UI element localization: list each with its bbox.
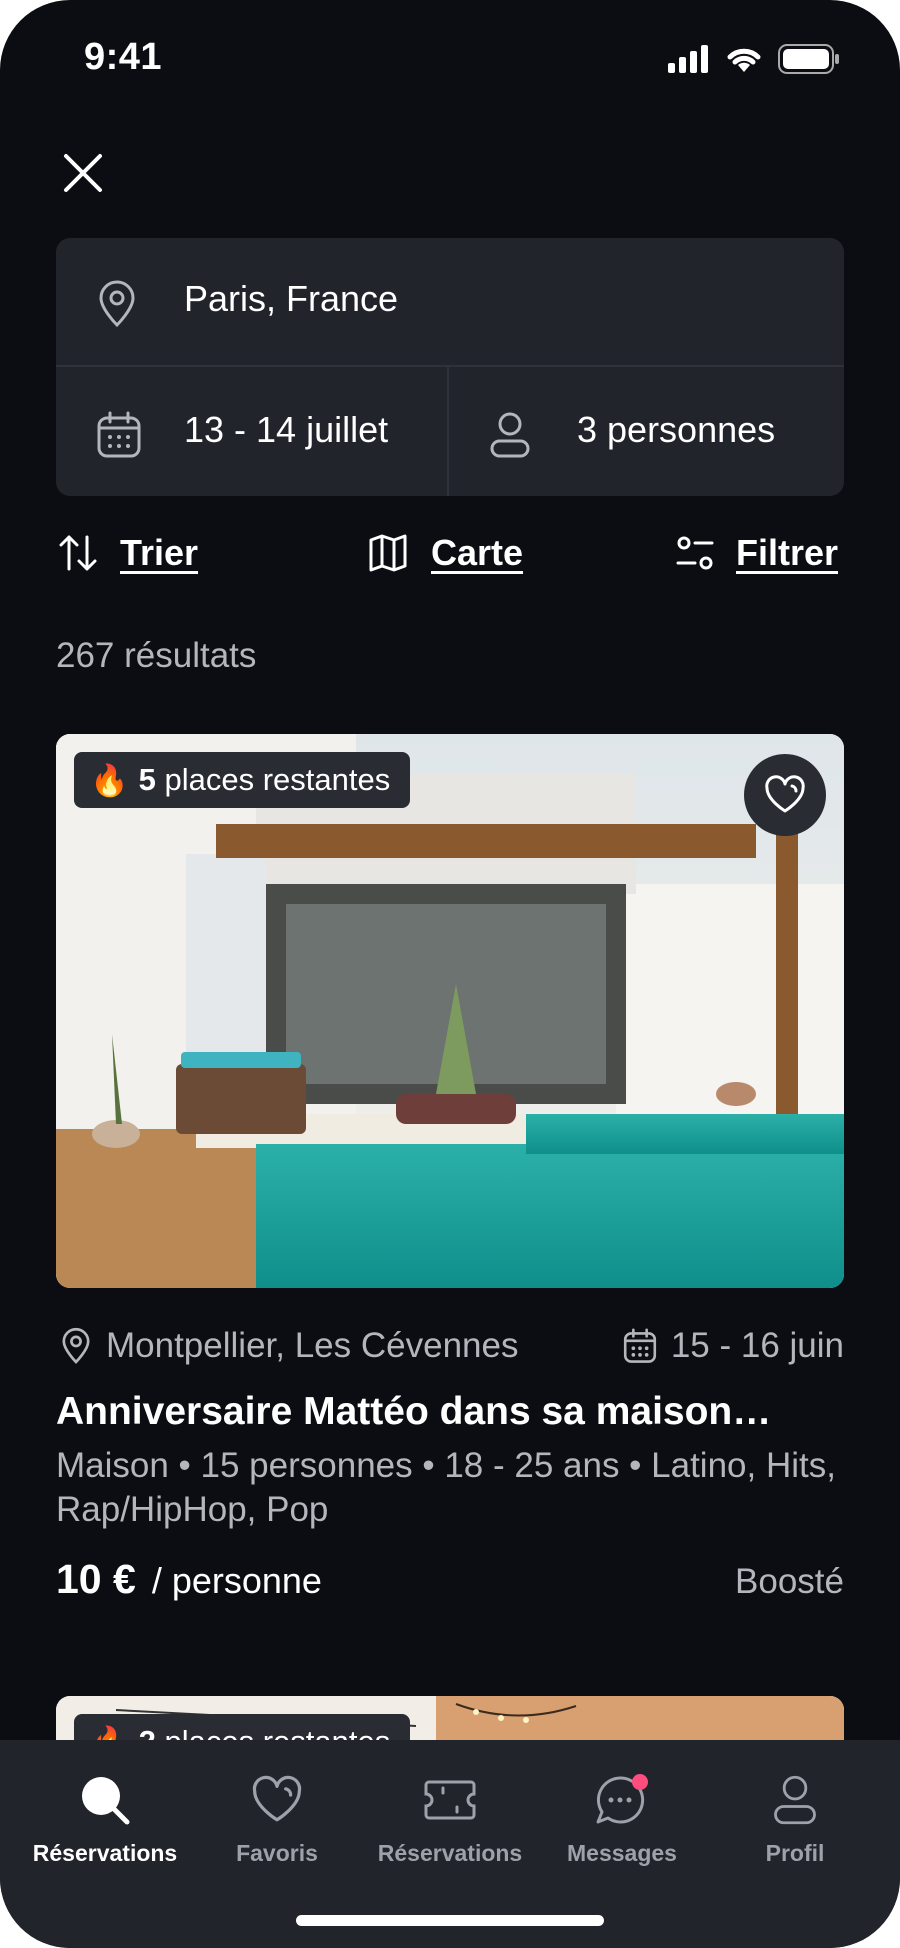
tab-label: Profil xyxy=(765,1840,825,1866)
status-icons xyxy=(668,44,840,74)
chat-icon xyxy=(596,1774,648,1824)
sort-button[interactable]: Trier xyxy=(58,532,198,574)
user-icon xyxy=(774,1775,816,1825)
status-time: 9:41 xyxy=(84,36,163,78)
listing-location-text: Montpellier, Les Cévennes xyxy=(106,1326,519,1365)
tab-label: Messages xyxy=(567,1840,677,1866)
listing-date: 15 - 16 juin xyxy=(623,1326,844,1366)
guests-value: 3 personnes xyxy=(577,409,776,450)
listing-title[interactable]: Anniversaire Mattéo dans sa maison… xyxy=(56,1390,844,1434)
tab-favorites[interactable]: Favoris xyxy=(187,1774,367,1867)
map-button[interactable]: Carte xyxy=(367,532,523,574)
location-pin-icon xyxy=(99,280,135,328)
badge-count: 5 xyxy=(138,762,156,797)
sort-icon xyxy=(59,535,97,571)
close-button[interactable] xyxy=(58,148,108,198)
search-summary-card: Paris, France 13 - 14 juillet 3 personne… xyxy=(56,238,844,496)
listing-date-text: 15 - 16 juin xyxy=(670,1326,844,1365)
badge-text: places restantes xyxy=(164,762,391,797)
price-amount: 10 € xyxy=(56,1556,136,1602)
date-field[interactable]: 13 - 14 juillet xyxy=(56,367,449,496)
home-indicator[interactable] xyxy=(296,1915,604,1926)
location-field[interactable]: Paris, France xyxy=(56,238,844,367)
listing-photo[interactable] xyxy=(56,734,844,1288)
sort-label: Trier xyxy=(120,532,199,573)
tab-reservations-search[interactable]: Réservations xyxy=(15,1774,195,1867)
filter-button[interactable]: Filtrer xyxy=(676,532,838,574)
favorite-button[interactable] xyxy=(744,754,826,836)
house-pool-photo xyxy=(56,734,844,1288)
filter-label: Filtrer xyxy=(736,532,839,573)
tab-reservations[interactable]: Réservations xyxy=(360,1774,540,1867)
tab-label: Réservations xyxy=(377,1840,523,1866)
map-label: Carte xyxy=(431,532,524,573)
calendar-icon xyxy=(97,411,141,458)
signal-icon xyxy=(668,45,708,73)
app-screen: 9:41 Paris, France 13 - 14 juillet 3 per… xyxy=(0,0,900,1948)
listing-location: Montpellier, Les Cévennes xyxy=(60,1326,518,1366)
tab-label: Favoris xyxy=(236,1840,318,1866)
wifi-icon xyxy=(727,48,761,72)
filter-icon xyxy=(676,536,714,570)
map-icon xyxy=(369,534,407,572)
location-pin-icon xyxy=(62,1327,90,1364)
fire-icon: 🔥 xyxy=(90,762,129,798)
heart-icon xyxy=(252,1775,302,1822)
user-icon xyxy=(490,412,530,458)
close-icon xyxy=(64,154,102,192)
location-value: Paris, France xyxy=(184,278,399,319)
listing-description: Maison • 15 personnes • 18 - 25 ans • La… xyxy=(56,1446,836,1529)
status-bar: 9:41 xyxy=(0,0,900,120)
tab-messages[interactable]: Messages xyxy=(532,1774,712,1867)
ticket-icon xyxy=(424,1780,476,1820)
date-value: 13 - 14 juillet xyxy=(184,409,389,450)
heart-icon xyxy=(765,775,805,813)
calendar-icon xyxy=(623,1328,656,1363)
battery-icon xyxy=(778,44,839,74)
boost-status: Boosté xyxy=(735,1562,844,1601)
tab-label: Réservations xyxy=(32,1840,178,1866)
tab-profile[interactable]: Profil xyxy=(705,1774,885,1867)
search-icon xyxy=(82,1777,130,1825)
results-count: 267 résultats xyxy=(56,636,257,675)
availability-badge: 🔥 5 places restantes xyxy=(74,752,411,808)
listing-price: 10 € / personne xyxy=(56,1556,322,1603)
guests-field[interactable]: 3 personnes xyxy=(449,367,844,496)
price-unit: / personne xyxy=(151,1560,322,1601)
